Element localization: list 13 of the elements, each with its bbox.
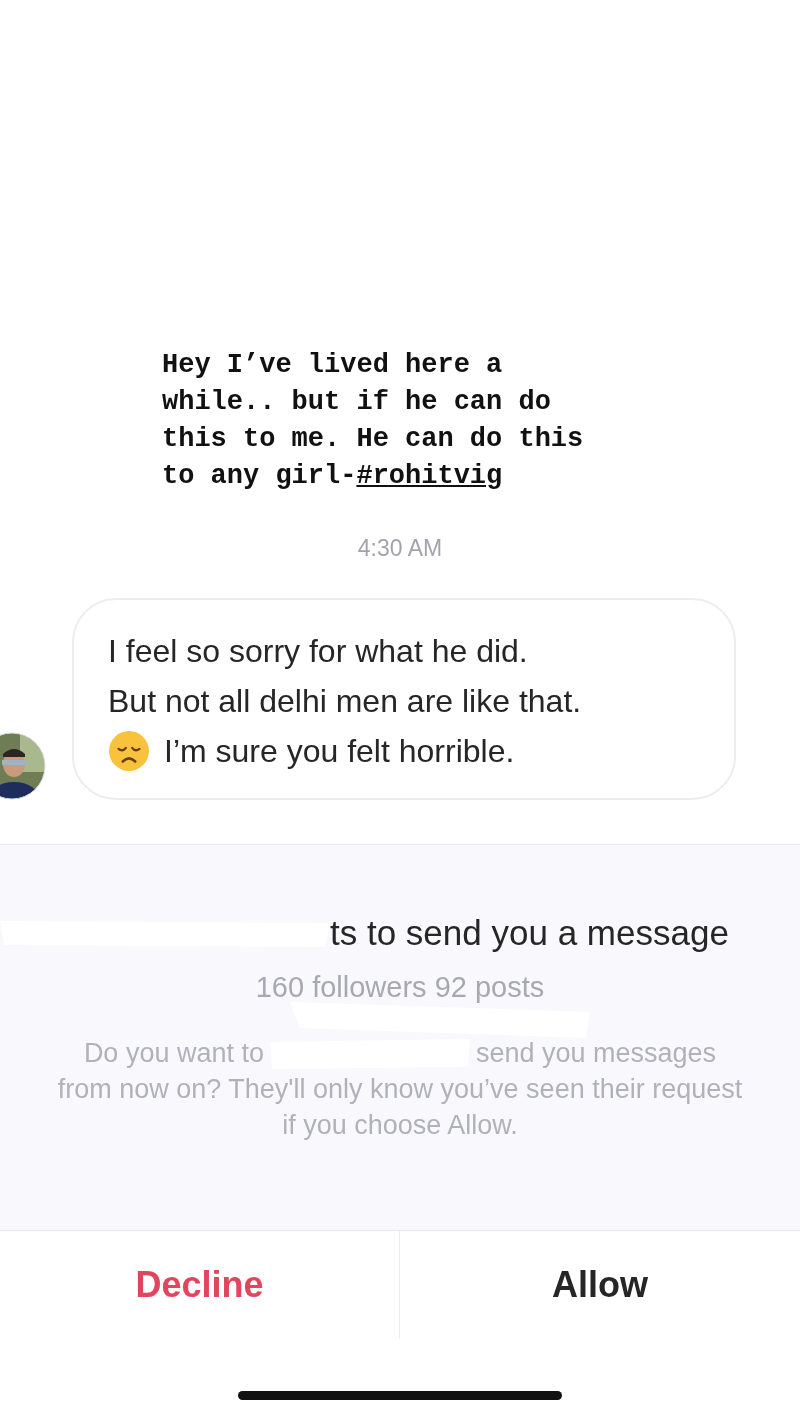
hashtag-link[interactable]: #rohitvig [356, 461, 503, 491]
request-prompt: send you messages [476, 1038, 717, 1069]
request-prompt: Do you want to [83, 1038, 264, 1069]
message-timestamp: 4:30 AM [356, 535, 444, 562]
request-prompt: from now on? They'll only know you’ve seen their request if you choose Allow. [56, 1073, 744, 1142]
request-title: ts to send you a message [330, 913, 729, 953]
message-text: I’m sure you felt horrible. [164, 732, 515, 771]
message-text: But not all delhi men are like that. [108, 682, 583, 721]
sad-face-icon [108, 730, 150, 772]
story-caption: Hey I’ve lived here a while.. but if he can do this to me. He can do this to any girl-#rohitvig [162, 349, 584, 493]
home-indicator[interactable] [238, 1391, 562, 1400]
message-text: I feel so sorry for what he did. [108, 632, 529, 671]
profile-stats: 160 followers 92 posts [255, 971, 545, 1004]
